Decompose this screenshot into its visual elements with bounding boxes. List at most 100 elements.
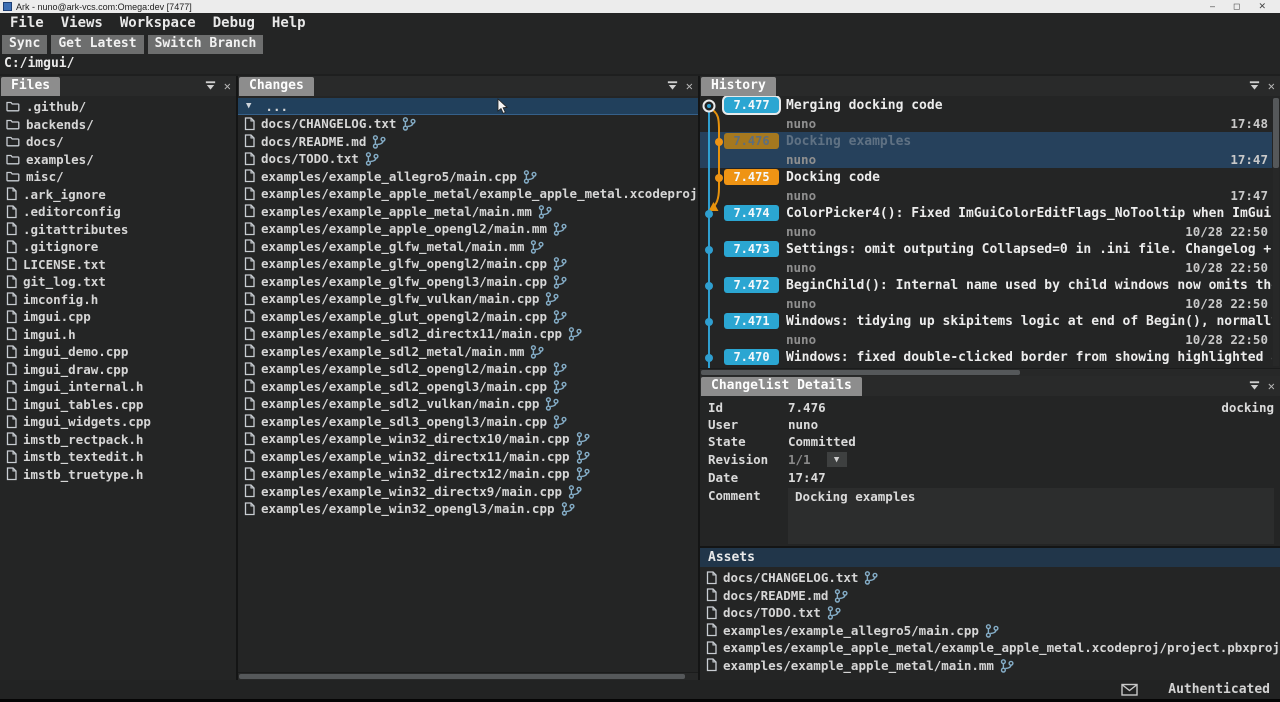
history-commit-row[interactable]: 7.475 Docking code nuno 17:47	[724, 168, 1272, 204]
file-tree-item[interactable]: misc/	[0, 168, 236, 186]
history-commit-row[interactable]: 7.470 Windows: fixed double-clicked bord…	[724, 348, 1272, 368]
asset-row[interactable]: docs/TODO.txt	[700, 604, 1280, 622]
changed-file-row[interactable]: docs/TODO.txt	[238, 150, 698, 168]
asset-path: examples/example_allegro5/main.cpp	[723, 623, 979, 638]
comment-box[interactable]: Docking examples	[788, 488, 1274, 544]
file-tree-item[interactable]: imstb_rectpack.h	[0, 431, 236, 449]
history-commit-row[interactable]: 7.476 Docking examples nuno 17:47	[700, 132, 1272, 168]
tab-changelist-details[interactable]: Changelist Details	[701, 377, 862, 396]
filter-icon[interactable]	[1248, 79, 1261, 92]
tab-files[interactable]: Files	[1, 77, 60, 96]
assets-list: docs/CHANGELOG.txt docs/README.md docs	[700, 567, 1280, 680]
asset-row[interactable]: examples/example_apple_metal/example_app…	[700, 639, 1280, 657]
file-tree-item[interactable]: .github/	[0, 98, 236, 116]
filter-icon[interactable]	[1248, 379, 1261, 392]
toolbar-button[interactable]: Get Latest	[51, 35, 143, 54]
file-tree-item[interactable]: docs/	[0, 133, 236, 151]
changelist-badge[interactable]: 7.476	[724, 133, 779, 149]
file-tree-item[interactable]: backends/	[0, 116, 236, 134]
file-tree-item[interactable]: .gitignore	[0, 238, 236, 256]
changelist-badge[interactable]: 7.470	[724, 349, 779, 365]
history-commit-row[interactable]: 7.473 Settings: omit outputing Collapsed…	[724, 240, 1272, 276]
close-panel-icon[interactable]: ✕	[224, 80, 231, 92]
menu-item[interactable]: Debug	[213, 15, 255, 31]
asset-row[interactable]: examples/example_apple_metal/main.mm	[700, 657, 1280, 675]
file-tree-item[interactable]: .ark_ignore	[0, 186, 236, 204]
file-tree-item[interactable]: .gitattributes	[0, 221, 236, 239]
tab-history[interactable]: History	[701, 77, 776, 96]
changed-file-row[interactable]: examples/example_win32_directx11/main.cp…	[238, 448, 698, 466]
file-tree-item[interactable]: examples/	[0, 151, 236, 169]
changelist-badge[interactable]: 7.473	[724, 241, 779, 257]
asset-row[interactable]: docs/README.md	[700, 587, 1280, 605]
changes-group-row[interactable]: ▼ ...	[238, 98, 698, 115]
changed-file-row[interactable]: examples/example_apple_metal/main.mm	[238, 203, 698, 221]
changed-file-row[interactable]: examples/example_apple_metal/example_app…	[238, 185, 698, 203]
asset-row[interactable]: docs/CHANGELOG.txt	[700, 569, 1280, 587]
asset-row[interactable]: examples/example_allegro5/main.cpp	[700, 622, 1280, 640]
changelist-badge[interactable]: 7.477	[724, 97, 779, 113]
file-tree-item[interactable]: imstb_truetype.h	[0, 466, 236, 484]
changed-file-row[interactable]: docs/CHANGELOG.txt	[238, 115, 698, 133]
changed-file-row[interactable]: examples/example_glfw_opengl3/main.cpp	[238, 273, 698, 291]
close-panel-icon[interactable]: ✕	[686, 80, 693, 92]
history-commit-row[interactable]: 7.474 ColorPicker4(): Fixed ImGuiColorEd…	[724, 204, 1272, 240]
minimize-button[interactable]: –	[1210, 0, 1215, 13]
revision-dropdown[interactable]: ▼	[827, 452, 847, 467]
changed-file-row[interactable]: examples/example_glut_opengl2/main.cpp	[238, 308, 698, 326]
changed-file-row[interactable]: examples/example_win32_directx10/main.cp…	[238, 430, 698, 448]
file-tree-item[interactable]: imgui_internal.h	[0, 378, 236, 396]
filter-icon[interactable]	[666, 79, 679, 92]
file-tree-item[interactable]: imgui.cpp	[0, 308, 236, 326]
history-commit-row[interactable]: 7.472 BeginChild(): Internal name used b…	[724, 276, 1272, 312]
file-tree-item[interactable]: imgui_draw.cpp	[0, 361, 236, 379]
maximize-button[interactable]: ◻	[1233, 0, 1240, 13]
changed-file-row[interactable]: examples/example_sdl2_directx11/main.cpp	[238, 325, 698, 343]
file-tree-item[interactable]: imgui_tables.cpp	[0, 396, 236, 414]
changed-file-row[interactable]: examples/example_glfw_vulkan/main.cpp	[238, 290, 698, 308]
file-tree-item[interactable]: imgui.h	[0, 326, 236, 344]
changed-file-row[interactable]: examples/example_apple_opengl2/main.mm	[238, 220, 698, 238]
changed-file-row[interactable]: examples/example_sdl2_vulkan/main.cpp	[238, 395, 698, 413]
changed-file-row[interactable]: examples/example_sdl2_metal/main.mm	[238, 343, 698, 361]
close-panel-icon[interactable]: ✕	[1268, 80, 1275, 92]
file-tree-item[interactable]: git_log.txt	[0, 273, 236, 291]
toolbar-button[interactable]: Switch Branch	[148, 35, 264, 54]
history-commit-row[interactable]: 7.471 Windows: tidying up skipitems logi…	[724, 312, 1272, 348]
file-tree-item[interactable]: imstb_textedit.h	[0, 448, 236, 466]
file-tree-item[interactable]: imgui_widgets.cpp	[0, 413, 236, 431]
changed-file-row[interactable]: examples/example_sdl2_opengl2/main.cpp	[238, 360, 698, 378]
changed-file-row[interactable]: examples/example_glfw_opengl2/main.cpp	[238, 255, 698, 273]
changes-hscrollbar[interactable]	[238, 672, 698, 680]
changed-file-row[interactable]: examples/example_win32_opengl3/main.cpp	[238, 500, 698, 518]
assets-header[interactable]: Assets	[700, 548, 1280, 567]
file-tree-item[interactable]: LICENSE.txt	[0, 256, 236, 274]
changed-file-row[interactable]: examples/example_win32_directx9/main.cpp	[238, 483, 698, 501]
tab-changes[interactable]: Changes	[239, 77, 314, 96]
changed-file-row[interactable]: docs/README.md	[238, 133, 698, 151]
history-hscrollbar[interactable]	[700, 368, 1280, 376]
toolbar-button[interactable]: Sync	[2, 35, 47, 54]
history-commit-row[interactable]: 7.477 Merging docking code nuno 17:48	[724, 96, 1272, 132]
filter-icon[interactable]	[204, 79, 217, 92]
menu-item[interactable]: Help	[272, 15, 306, 31]
menu-item[interactable]: Workspace	[120, 15, 196, 31]
changelist-badge[interactable]: 7.471	[724, 313, 779, 329]
close-panel-icon[interactable]: ✕	[1268, 380, 1275, 392]
changed-file-row[interactable]: examples/example_sdl3_opengl3/main.cpp	[238, 413, 698, 431]
collapse-triangle-icon[interactable]: ▼	[246, 101, 251, 111]
file-tree-item[interactable]: .editorconfig	[0, 203, 236, 221]
changelist-badge[interactable]: 7.475	[724, 169, 779, 185]
menu-item[interactable]: Views	[61, 15, 103, 31]
changelist-badge[interactable]: 7.474	[724, 205, 779, 221]
changed-file-row[interactable]: examples/example_glfw_metal/main.mm	[238, 238, 698, 256]
changelist-badge[interactable]: 7.472	[724, 277, 779, 293]
history-vscrollbar[interactable]	[1273, 98, 1279, 366]
menu-item[interactable]: File	[10, 15, 44, 31]
changed-file-row[interactable]: examples/example_win32_directx12/main.cp…	[238, 465, 698, 483]
close-button[interactable]: ✕	[1258, 0, 1266, 13]
changed-file-row[interactable]: examples/example_allegro5/main.cpp	[238, 168, 698, 186]
file-tree-item[interactable]: imgui_demo.cpp	[0, 343, 236, 361]
file-tree-item[interactable]: imconfig.h	[0, 291, 236, 309]
changed-file-row[interactable]: examples/example_sdl2_opengl3/main.cpp	[238, 378, 698, 396]
